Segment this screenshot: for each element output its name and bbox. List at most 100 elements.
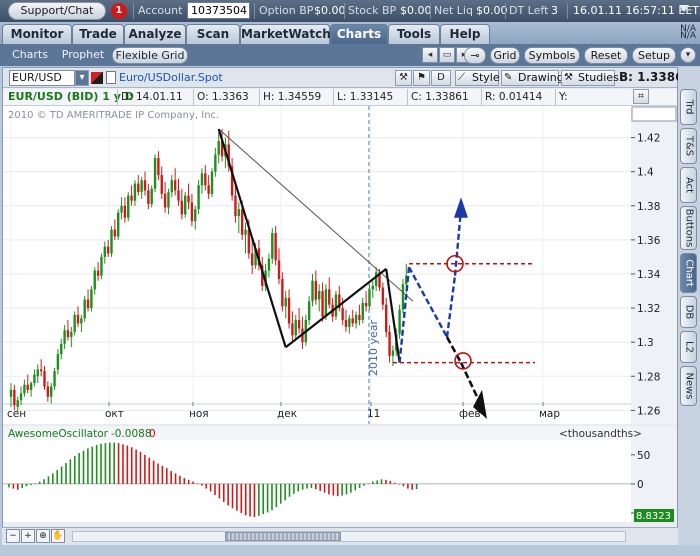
drawing-tool-icon[interactable]: ⚒ [395, 70, 412, 86]
style-button[interactable]: ⟋ Style [455, 70, 500, 86]
aggregation-button[interactable]: D [431, 70, 451, 86]
notification-badge[interactable]: 1 [111, 3, 127, 19]
side-tab-act[interactable]: Act [680, 167, 697, 203]
candle-body [60, 343, 63, 355]
symbol-bar: EUR/USD ▾ Euro/USDollar.Spot ⚒ ⚑ D ⟋ Styl… [3, 68, 692, 88]
tab-scan[interactable]: Scan [186, 24, 240, 44]
reset-button[interactable]: Reset [584, 47, 628, 64]
candle-body [354, 314, 358, 324]
chart-panel: EUR/USD ▾ Euro/USDollar.Spot ⚒ ⚑ D ⟋ Styl… [2, 67, 692, 545]
support-chat-button[interactable]: Support/Chat [8, 2, 106, 20]
candle-body [368, 289, 371, 307]
candle-body [274, 233, 277, 261]
subtab-charts[interactable]: Charts [8, 47, 52, 64]
tab-help[interactable]: Help [440, 24, 490, 44]
candle-body [110, 229, 113, 254]
price-tick-label: 1.28 [637, 371, 660, 383]
layout-save-icon[interactable]: ▭ [439, 47, 455, 63]
symbol-input[interactable]: EUR/USD [9, 70, 75, 86]
layout-back-icon[interactable]: ◂ [422, 47, 438, 63]
symbol-link-icon[interactable] [91, 72, 103, 84]
candle-body [113, 229, 117, 237]
side-tab-trd[interactable]: Trd [680, 89, 697, 125]
candle-body [157, 158, 160, 176]
zoom-reset-icon[interactable]: ⊕ [36, 529, 50, 543]
price-axis-corner [631, 106, 677, 122]
candle-body [297, 320, 301, 329]
setup-button[interactable]: Setup [632, 47, 676, 64]
candle-body [284, 297, 287, 307]
scrollbar-thumb[interactable] [225, 532, 341, 541]
candle-body [200, 173, 204, 186]
side-tab-news[interactable]: News [680, 366, 697, 406]
info-range: R: 0.01414 [481, 89, 555, 105]
candle-body [76, 314, 80, 324]
tab-monitor[interactable]: Monitor [2, 24, 72, 44]
tab-analyze[interactable]: Analyze [124, 24, 186, 44]
candle-body [153, 158, 157, 189]
time-scrollbar[interactable] [72, 531, 626, 542]
tab-tools[interactable]: Tools [388, 24, 440, 44]
chart-bottom-bar: − + ⊕ ✋ [2, 527, 678, 545]
candle-body [318, 291, 321, 300]
candle-body [277, 260, 281, 280]
symbol-sheet-icon[interactable] [106, 71, 116, 84]
candle-body [147, 190, 150, 205]
zoom-out-icon[interactable]: − [6, 529, 20, 543]
side-tab-chart[interactable]: Chart [680, 253, 697, 293]
symbols-button[interactable]: Symbols [524, 47, 580, 64]
price-tick-label: 1.26 [637, 405, 661, 417]
candle-body [130, 195, 133, 201]
oscillator-tick-label: 0 [637, 479, 644, 491]
time-tick-label: дек [277, 408, 297, 420]
account-selector[interactable]: 10373504 ... [187, 2, 250, 19]
studies-button[interactable]: ⚒ Studies [561, 70, 619, 86]
side-tab-time-sales[interactable]: T&S [680, 128, 697, 164]
candle-body [358, 314, 361, 320]
info-high: H: 1.34559 [259, 89, 333, 105]
tab-marketwatch[interactable]: MarketWatch [240, 24, 331, 44]
oscillator-name: AwesomeOscillator [8, 428, 109, 440]
symbol-description[interactable]: Euro/USDollar.Spot [119, 71, 223, 84]
side-tab-buttons[interactable]: Buttons [680, 206, 697, 250]
price-tick-label: 1.3 [637, 337, 654, 349]
candle-body [90, 289, 93, 309]
grid-button[interactable]: Grid [490, 47, 520, 64]
settings-dropdown-icon[interactable]: ▾ [680, 47, 696, 63]
oscillator-last-value: 8.8323 [636, 511, 671, 522]
side-tab-db[interactable]: DB [680, 296, 697, 328]
price-tick-label: 1.34 [637, 269, 661, 281]
tab-trade[interactable]: Trade [72, 24, 124, 44]
chart-area[interactable]: 1.26 1.28 1.3 1.32 1.34 1.36 1.38 1.4 1.42 сен ок… [3, 106, 677, 556]
zoom-in-icon[interactable]: + [21, 529, 35, 543]
symbol-dropdown-icon[interactable]: ▾ [75, 70, 89, 86]
studies-icon: ⚒ [564, 72, 573, 83]
pan-hand-icon[interactable]: ✋ [51, 529, 65, 543]
price-tick-label: 1.36 [637, 235, 661, 247]
candle-body [177, 190, 180, 201]
candle-body [66, 330, 70, 338]
drawings-button[interactable]: ✎ Drawings [501, 70, 569, 86]
candle-body [29, 383, 33, 390]
candle-body [19, 393, 23, 401]
tab-charts[interactable]: Charts [330, 24, 388, 44]
candle-body [311, 280, 314, 302]
subtab-flexible-grid[interactable]: Flexible Grid [112, 47, 188, 64]
subtab-prophet[interactable]: Prophet [58, 47, 108, 64]
style-icon: ⟋ [458, 72, 465, 83]
candle-body [120, 205, 123, 213]
candle-body [133, 183, 137, 201]
candle-body [240, 209, 244, 235]
candle-body [271, 233, 274, 259]
flag-icon[interactable]: ⚑ [413, 70, 430, 86]
link-icon[interactable]: ⊸ [464, 47, 486, 64]
chart-settings-icon[interactable]: ⌗ [633, 89, 649, 104]
candle-body [334, 294, 338, 317]
candle-body [180, 200, 184, 215]
time-tick-label: окт [105, 408, 124, 420]
candle-body [96, 270, 100, 276]
side-tab-l2[interactable]: L2 [680, 331, 697, 363]
candle-body [83, 299, 86, 319]
candle-body [163, 193, 167, 208]
chevron-down-icon[interactable] [679, 5, 689, 12]
